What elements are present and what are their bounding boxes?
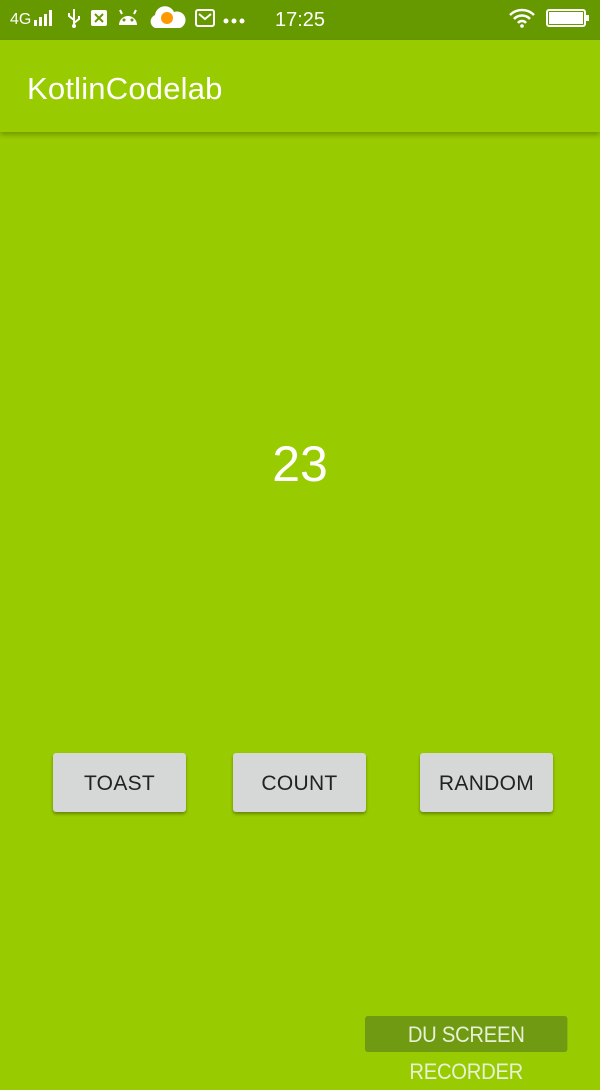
status-left: 4G [10,0,245,40]
count-button[interactable]: COUNT [233,753,366,812]
message-icon [195,8,216,32]
android-icon [117,9,139,32]
sim-icon [89,8,109,33]
app-bar: KotlinCodelab [0,40,600,132]
signal-icon [33,9,55,32]
status-bar: 4G 17:25 [0,0,600,40]
count-display: 23 [272,436,328,492]
usb-icon [67,8,81,33]
cloud-icon [147,5,187,35]
random-button[interactable]: RANDOM [420,753,553,812]
app-title: KotlinCodelab [27,71,223,106]
toast-button[interactable]: TOAST [53,753,186,812]
more-icon [223,11,245,29]
clock: 17:25 [275,9,326,31]
recorder-watermark: DU SCREEN RECORDER [365,1016,568,1084]
battery-icon [546,8,590,33]
wifi-icon [508,8,536,33]
network-type: 4G [10,11,32,28]
status-right [508,0,590,40]
